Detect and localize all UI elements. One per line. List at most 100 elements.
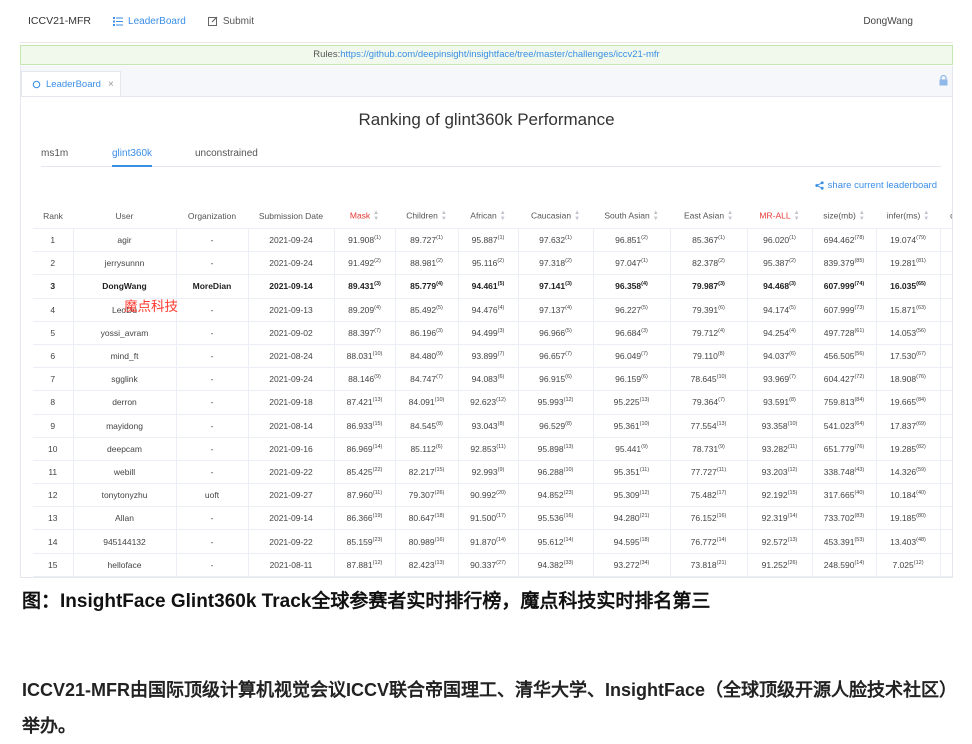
- table-row: 9 mayidong -2021-08-14 86.933(15) 84.545(8) 9…: [33, 414, 952, 438]
- tab-glint360k[interactable]: glint360k: [112, 148, 153, 167]
- cell-value: 2021-09-16: [269, 443, 313, 454]
- cell-mask: 86.933(15): [334, 414, 396, 438]
- col-mask[interactable]: Mask ▲ ▼: [334, 204, 395, 229]
- cell-mr: 93.591(8): [747, 390, 813, 415]
- cell-value: 88.146: [348, 374, 375, 385]
- cell-value: 79.712: [692, 327, 719, 338]
- col-children[interactable]: Children ▲ ▼: [395, 204, 458, 229]
- cell-rank-sup: (33): [563, 559, 574, 566]
- cell-value: MoreDian: [192, 281, 232, 292]
- cell-org: MoreDian: [176, 274, 249, 299]
- col-infer-label: infer(ms): [886, 210, 921, 221]
- sort-icon[interactable]: ▲ ▼: [574, 210, 580, 222]
- cell-size: 607.999(73): [812, 298, 877, 322]
- cell-rank-sup: (6): [718, 304, 725, 311]
- cell-rank-sup: (3): [718, 281, 725, 288]
- cell-rank-sup: (11): [372, 490, 383, 497]
- nav-submit[interactable]: Submit: [207, 16, 254, 27]
- nav-leaderboard-label: LeaderBoard: [128, 15, 186, 27]
- col-african[interactable]: African ▲ ▼: [458, 204, 518, 229]
- sort-icon[interactable]: ▲ ▼: [653, 210, 659, 222]
- cell-african: 92.853(11): [458, 437, 519, 461]
- cell-value: 19.281: [890, 258, 917, 269]
- cell-rank-sup: (17): [716, 490, 727, 497]
- sort-icon[interactable]: ▲ ▼: [500, 210, 506, 222]
- cell-value: 2: [50, 258, 56, 269]
- cell-rank-sup: (7): [718, 397, 725, 404]
- tab-unconstrained[interactable]: unconstrained: [195, 148, 258, 159]
- cell-children: 79.307(26): [395, 483, 459, 508]
- cell-value: 2021-09-14: [269, 513, 313, 524]
- leaderboard-table: Rank User Organization Submission Date M…: [33, 204, 953, 577]
- col-south-asian[interactable]: South Asian ▲ ▼: [593, 204, 670, 229]
- sort-icon[interactable]: ▲ ▼: [441, 210, 447, 222]
- cell-rank-sup: (9): [641, 443, 648, 450]
- cell-value: 607.999: [823, 304, 855, 315]
- cell-date: 2021-08-14: [248, 414, 335, 438]
- cell-value: 82.378: [692, 258, 719, 269]
- col-east-asian[interactable]: East Asian ▲ ▼: [670, 204, 747, 229]
- cell-rank-sup: (14): [716, 536, 727, 543]
- cell-rank-sup: (10): [434, 397, 445, 404]
- cell-rank-sup: (82): [916, 443, 926, 450]
- cell-rank-sup: (14): [787, 513, 798, 520]
- cell-mask: 86.366(19): [334, 506, 396, 531]
- cell-rank-sup: (16): [563, 513, 574, 520]
- cell-date: 2021-09-22: [248, 460, 335, 485]
- top-navbar: ICCV21-MFR LeaderBoard Submit DongWang: [20, 0, 953, 43]
- table-body: 1 agir -2021-09-24 91.908(1) 89.727(1) 95.887…: [33, 228, 953, 577]
- cell-rank-sup: (11): [496, 443, 506, 450]
- cell-value: 19.185: [890, 513, 917, 524]
- cell-rank-sup: (19): [372, 513, 383, 520]
- user-menu[interactable]: DongWang: [863, 16, 913, 27]
- cell-rank-sup: (56): [854, 351, 865, 358]
- cell-value: tonytonyzhu: [101, 490, 148, 501]
- share-leaderboard-link[interactable]: share current leaderboard: [815, 180, 937, 191]
- cell-value: 1024: [952, 397, 953, 407]
- cell-value: 82.423: [408, 559, 435, 570]
- cell-size: 604.427(72): [812, 367, 877, 392]
- sort-icon[interactable]: ▲ ▼: [859, 210, 865, 222]
- cell-caucasian: 94.852(23): [518, 483, 594, 508]
- cell-value: helloface: [107, 559, 142, 570]
- cell-infer: 15.871(63): [876, 298, 941, 322]
- cell-value: 96.049: [615, 351, 642, 362]
- tab-leaderboard[interactable]: LeaderBoard ×: [21, 71, 121, 96]
- cell-rank: 12: [33, 483, 74, 508]
- cell-children: 85.492(5): [395, 298, 459, 322]
- cell-rank-sup: (18): [639, 536, 650, 543]
- cell-south: 95.441(9): [593, 437, 671, 461]
- cell-mask: 85.159(23): [334, 529, 396, 554]
- sort-icon[interactable]: ▲ ▼: [727, 210, 733, 222]
- sort-icon[interactable]: ▲ ▼: [373, 210, 379, 222]
- col-mr-all[interactable]: MR-ALL ▲ ▼: [747, 204, 812, 229]
- cell-value: 17.837: [890, 420, 917, 431]
- cell-rank-sup: (7): [374, 327, 381, 334]
- col-dim[interactable]: dim▲▼: [940, 204, 952, 229]
- col-size[interactable]: size(mb) ▲ ▼: [812, 204, 876, 229]
- cell-value: 96.227: [615, 304, 642, 315]
- col-caucasian[interactable]: Caucasian ▲ ▼: [518, 204, 593, 229]
- refresh-icon: [32, 80, 41, 88]
- cell-value: 15: [48, 559, 58, 570]
- cell-value: 84.480: [410, 351, 437, 362]
- sort-icon[interactable]: ▲ ▼: [794, 210, 800, 222]
- nav-leaderboard[interactable]: LeaderBoard: [113, 16, 186, 27]
- cell-east: 79.987(3): [670, 274, 748, 299]
- cell-east: 78.645(10): [670, 367, 748, 392]
- col-dim-label: dim: [950, 210, 952, 220]
- close-icon[interactable]: ×: [108, 79, 114, 90]
- tab-ms1m[interactable]: ms1m: [41, 148, 68, 159]
- cell-rank-sup: (7): [641, 351, 648, 358]
- rules-link[interactable]: https://github.com/deepinsight/insightfa…: [340, 49, 659, 60]
- col-infer[interactable]: infer(ms) ▲ ▼: [876, 204, 940, 229]
- lock-icon[interactable]: [939, 75, 948, 86]
- cell-org: -: [176, 251, 249, 276]
- cell-mr: 93.282(11): [747, 437, 813, 461]
- table-row: 11 webill -2021-09-22 85.425(22) 82.217(15) 9…: [33, 460, 952, 485]
- share-icon: [815, 181, 824, 190]
- sort-icon[interactable]: ▲ ▼: [923, 210, 929, 222]
- cell-rank-sup: (7): [497, 351, 505, 358]
- cell-value: 88.031: [346, 351, 373, 362]
- cell-rank: 10: [33, 437, 74, 461]
